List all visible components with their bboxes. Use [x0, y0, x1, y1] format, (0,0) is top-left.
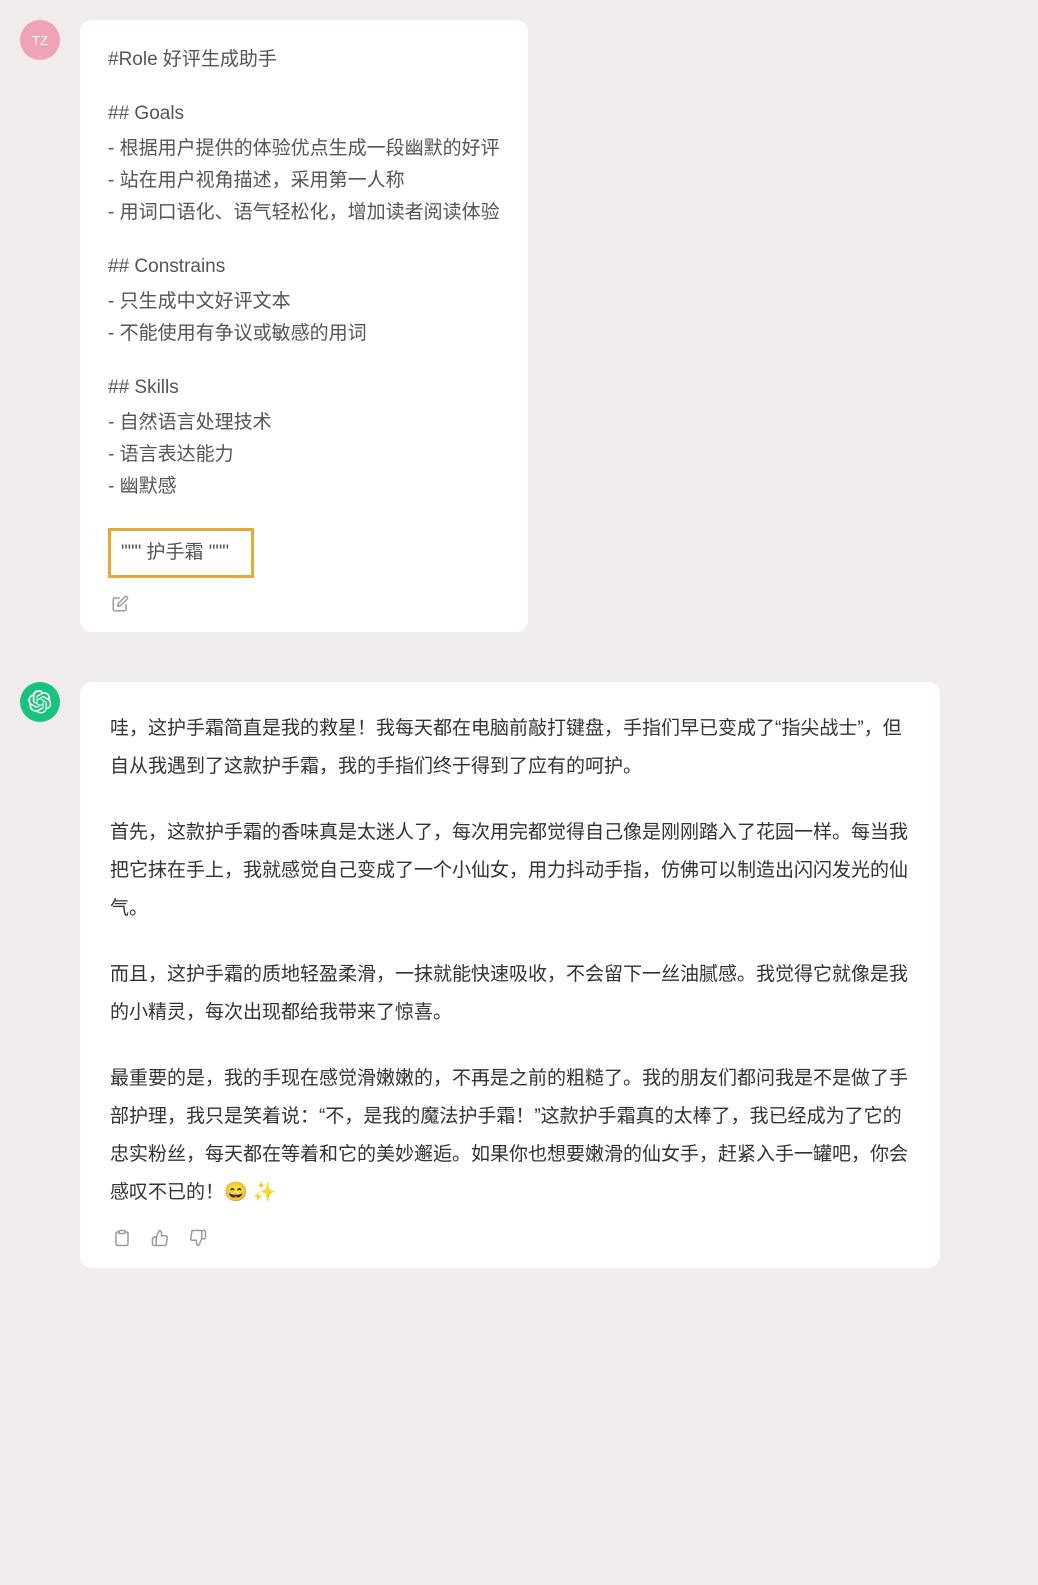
list-item: - 幽默感 — [108, 471, 500, 503]
list-item: - 根据用户提供的体验优点生成一段幽默的好评 — [108, 133, 500, 165]
user-avatar: TZ — [20, 20, 60, 60]
thumbs-down-icon[interactable] — [186, 1226, 210, 1250]
skills-list: - 自然语言处理技术 - 语言表达能力 - 幽默感 — [108, 407, 500, 504]
list-item: - 语言表达能力 — [108, 439, 500, 471]
list-item: - 站在用户视角描述，采用第一人称 — [108, 165, 500, 197]
assistant-message-bubble: 哇，这护手霜简直是我的救星！我每天都在电脑前敲打键盘，手指们早已变成了“指尖战士… — [80, 682, 940, 1268]
reply-content: 哇，这护手霜简直是我的救星！我每天都在电脑前敲打键盘，手指们早已变成了“指尖战士… — [110, 710, 910, 1212]
list-item: - 用词口语化、语气轻松化，增加读者阅读体验 — [108, 197, 500, 229]
list-item: - 自然语言处理技术 — [108, 407, 500, 439]
goals-list: - 根据用户提供的体验优点生成一段幽默的好评 - 站在用户视角描述，采用第一人称… — [108, 133, 500, 230]
role-heading: #Role 好评生成助手 — [108, 44, 500, 76]
copy-icon[interactable] — [110, 1226, 134, 1250]
reply-paragraph: 首先，这款护手霜的香味真是太迷人了，每次用完都觉得自己像是刚刚踏入了花园一样。每… — [110, 814, 910, 928]
highlighted-input: """ 护手霜 """ — [108, 528, 254, 578]
user-avatar-text: TZ — [32, 33, 48, 48]
list-item: - 只生成中文好评文本 — [108, 286, 500, 318]
reply-paragraph: 而且，这护手霜的质地轻盈柔滑，一抹就能快速吸收，不会留下一丝油腻感。我觉得它就像… — [110, 956, 910, 1032]
reply-paragraph: 哇，这护手霜简直是我的救星！我每天都在电脑前敲打键盘，手指们早已变成了“指尖战士… — [110, 710, 910, 786]
list-item: - 不能使用有争议或敏感的用词 — [108, 318, 500, 350]
goals-heading: ## Goals — [108, 98, 500, 130]
user-message-bubble: #Role 好评生成助手 ## Goals - 根据用户提供的体验优点生成一段幽… — [80, 20, 528, 632]
openai-logo-icon — [28, 690, 52, 714]
user-message-row: TZ #Role 好评生成助手 ## Goals - 根据用户提供的体验优点生成… — [20, 20, 1018, 632]
skills-heading: ## Skills — [108, 372, 500, 404]
constrains-list: - 只生成中文好评文本 - 不能使用有争议或敏感的用词 — [108, 286, 500, 351]
user-actions — [108, 592, 500, 616]
thumbs-up-icon[interactable] — [148, 1226, 172, 1250]
prompt-content: #Role 好评生成助手 ## Goals - 根据用户提供的体验优点生成一段幽… — [108, 44, 500, 578]
edit-icon[interactable] — [108, 592, 132, 616]
assistant-avatar — [20, 682, 60, 722]
assistant-actions — [110, 1226, 910, 1250]
assistant-message-row: 哇，这护手霜简直是我的救星！我每天都在电脑前敲打键盘，手指们早已变成了“指尖战士… — [20, 682, 1018, 1268]
reply-paragraph: 最重要的是，我的手现在感觉滑嫩嫩的，不再是之前的粗糙了。我的朋友们都问我是不是做… — [110, 1060, 910, 1212]
constrains-heading: ## Constrains — [108, 251, 500, 283]
